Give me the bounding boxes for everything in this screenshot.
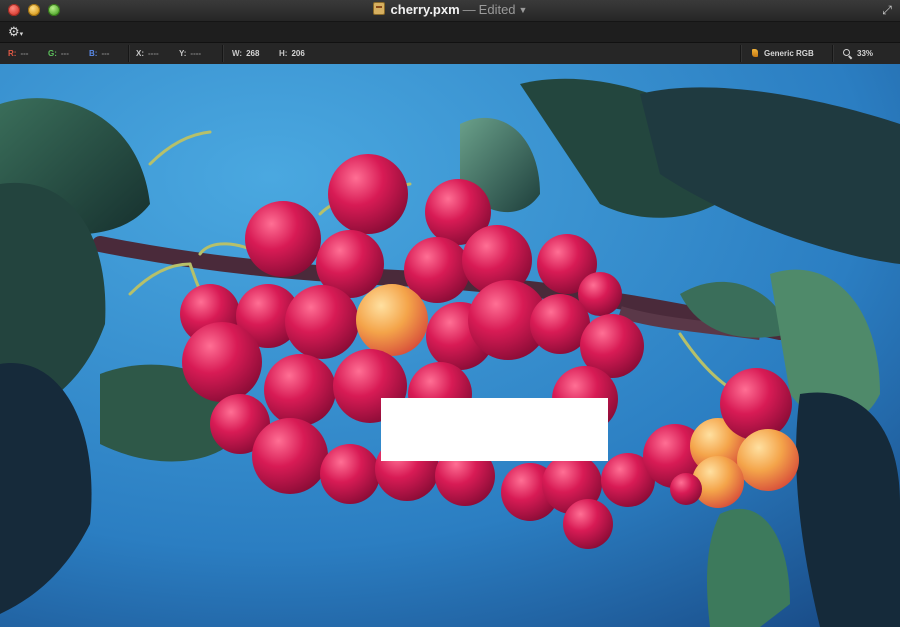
blue-readout: B: --- [89,43,109,64]
height-label: H: [279,49,288,58]
document-filename: cherry.pxm [390,2,460,17]
image-canvas[interactable] [0,64,900,627]
red-readout: R: --- [8,43,28,64]
x-label: X: [136,49,144,58]
x-value: ---- [148,49,159,58]
green-label: G: [48,49,57,58]
chevron-down-icon[interactable]: ▼ [519,5,528,15]
settings-button[interactable]: ⚙▾ [8,24,23,42]
height-value: 206 [291,49,305,58]
divider [832,45,833,62]
blue-value: --- [101,49,110,58]
title-bar: cherry.pxm — Edited ▼ ⤢ [0,0,900,22]
x-readout: X: ---- [136,43,159,64]
title-separator: — [462,2,476,17]
red-value: --- [20,49,29,58]
magnifier-icon [843,49,850,56]
y-readout: Y: ---- [179,43,201,64]
red-label: R: [8,49,17,58]
cherry-photo [0,64,900,627]
divider [128,45,129,62]
color-profile-icon [752,49,758,57]
window-title: cherry.pxm — Edited ▼ [0,2,900,17]
height-readout: H: 206 [279,43,305,64]
zoom-level: 33% [857,49,874,58]
y-label: Y: [179,49,187,58]
divider [740,45,741,62]
blue-label: B: [89,49,98,58]
green-readout: G: --- [48,43,69,64]
width-label: W: [232,49,243,58]
green-value: --- [60,49,69,58]
chevron-down-icon: ▾ [19,31,24,38]
zoom-selector[interactable]: 33% [843,43,873,64]
toolbar: ⚙▾ [0,22,900,42]
divider [222,45,223,62]
color-profile-selector[interactable]: Generic RGB [752,43,814,64]
color-profile-label: Generic RGB [764,49,814,58]
y-value: ---- [190,49,202,58]
width-value: 268 [246,49,260,58]
selection-rectangle[interactable] [381,398,608,461]
gear-icon: ⚙ [8,24,20,39]
edited-status[interactable]: Edited [479,2,516,17]
document-icon [372,2,385,15]
info-bar: R: --- G: --- B: --- X: ---- Y: ---- W: 268 H:… [0,42,900,65]
fullscreen-icon[interactable]: ⤢ [880,3,894,17]
width-readout: W: 268 [232,43,259,64]
